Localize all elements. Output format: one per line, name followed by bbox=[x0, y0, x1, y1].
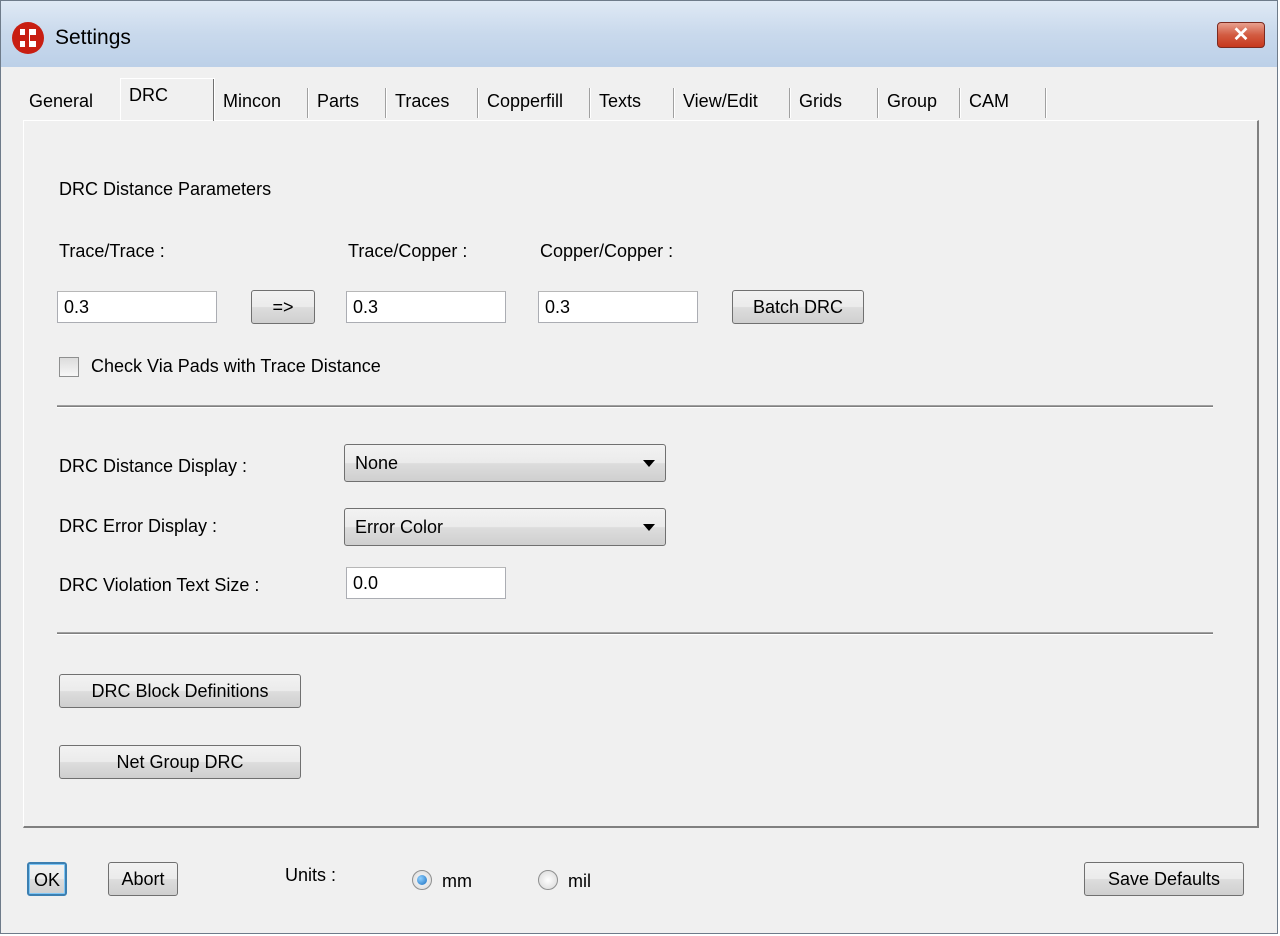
tab-traces[interactable]: Traces bbox=[387, 84, 479, 118]
drc-distance-parameters-heading: DRC Distance Parameters bbox=[59, 179, 272, 199]
via-pads-label: Check Via Pads with Trace Distance bbox=[91, 356, 381, 376]
tab-cam[interactable]: CAM bbox=[961, 84, 1047, 118]
copper-copper-input[interactable]: 0.3 bbox=[538, 291, 698, 323]
error-display-label: DRC Error Display : bbox=[59, 516, 218, 536]
tab-label: DRC bbox=[129, 85, 168, 105]
trace-trace-label: Trace/Trace : bbox=[59, 241, 165, 261]
tab-group[interactable]: Group bbox=[879, 84, 961, 118]
unit-mil-label: mil bbox=[568, 871, 591, 891]
tab-label: Group bbox=[887, 91, 938, 111]
trace-copper-label: Trace/Copper : bbox=[348, 241, 468, 261]
distance-display-label: DRC Distance Display : bbox=[59, 456, 248, 476]
save-defaults-button[interactable]: Save Defaults bbox=[1084, 862, 1244, 896]
tab-general[interactable]: General bbox=[21, 84, 120, 118]
copy-distance-button[interactable]: => bbox=[251, 290, 315, 324]
tab-view-edit[interactable]: View/Edit bbox=[675, 84, 791, 118]
violation-text-size-input[interactable]: 0.0 bbox=[346, 567, 506, 599]
unit-mil-radio[interactable] bbox=[538, 870, 558, 890]
tab-label: Grids bbox=[799, 91, 843, 111]
error-display-select[interactable]: Error Color bbox=[344, 508, 666, 546]
close-icon: ✕ bbox=[1232, 24, 1250, 46]
tab-mincon[interactable]: Mincon bbox=[215, 84, 309, 118]
tab-label: General bbox=[29, 91, 94, 111]
tab-drc[interactable]: DRC bbox=[120, 78, 215, 121]
ok-button[interactable]: OK bbox=[27, 862, 67, 896]
net-group-drc-button[interactable]: Net Group DRC bbox=[59, 745, 301, 779]
chevron-down-icon bbox=[643, 524, 655, 531]
tab-parts[interactable]: Parts bbox=[309, 84, 387, 118]
unit-mm-radio[interactable] bbox=[412, 870, 432, 890]
title-bar[interactable]: Settings ✕ bbox=[1, 1, 1277, 67]
batch-drc-button[interactable]: Batch DRC bbox=[732, 290, 864, 324]
drc-panel: DRC Distance Parameters Trace/Trace : Tr… bbox=[23, 120, 1259, 828]
app-logo-icon bbox=[12, 22, 44, 54]
distance-display-select[interactable]: None bbox=[344, 444, 666, 482]
tab-label: Parts bbox=[317, 91, 360, 111]
tab-label: Copperfill bbox=[487, 91, 564, 111]
trace-copper-input[interactable]: 0.3 bbox=[346, 291, 506, 323]
divider bbox=[57, 632, 1213, 635]
distance-display-value: None bbox=[355, 453, 399, 473]
close-button[interactable]: ✕ bbox=[1217, 22, 1265, 48]
divider bbox=[57, 405, 1213, 408]
error-display-value: Error Color bbox=[355, 517, 444, 537]
tab-grids[interactable]: Grids bbox=[791, 84, 879, 118]
tab-label: Texts bbox=[599, 91, 642, 111]
violation-text-size-label: DRC Violation Text Size : bbox=[59, 575, 260, 595]
settings-window: Settings ✕ General DRC Mincon Parts Trac… bbox=[0, 0, 1278, 934]
tab-texts[interactable]: Texts bbox=[591, 84, 675, 118]
tab-label: View/Edit bbox=[683, 91, 758, 111]
chevron-down-icon bbox=[643, 460, 655, 467]
tab-label: CAM bbox=[969, 91, 1009, 111]
tab-label: Traces bbox=[395, 91, 450, 111]
tab-strip: General DRC Mincon Parts Traces Copperfi… bbox=[21, 78, 1061, 121]
window-title: Settings bbox=[55, 26, 131, 49]
tab-label: Mincon bbox=[223, 91, 282, 111]
tab-copperfill[interactable]: Copperfill bbox=[479, 84, 591, 118]
abort-button[interactable]: Abort bbox=[108, 862, 178, 896]
via-pads-checkbox[interactable] bbox=[59, 357, 79, 377]
trace-trace-input[interactable]: 0.3 bbox=[57, 291, 217, 323]
copper-copper-label: Copper/Copper : bbox=[540, 241, 674, 261]
drc-block-definitions-button[interactable]: DRC Block Definitions bbox=[59, 674, 301, 708]
units-label: Units : bbox=[285, 865, 337, 885]
unit-mm-label: mm bbox=[442, 871, 472, 891]
